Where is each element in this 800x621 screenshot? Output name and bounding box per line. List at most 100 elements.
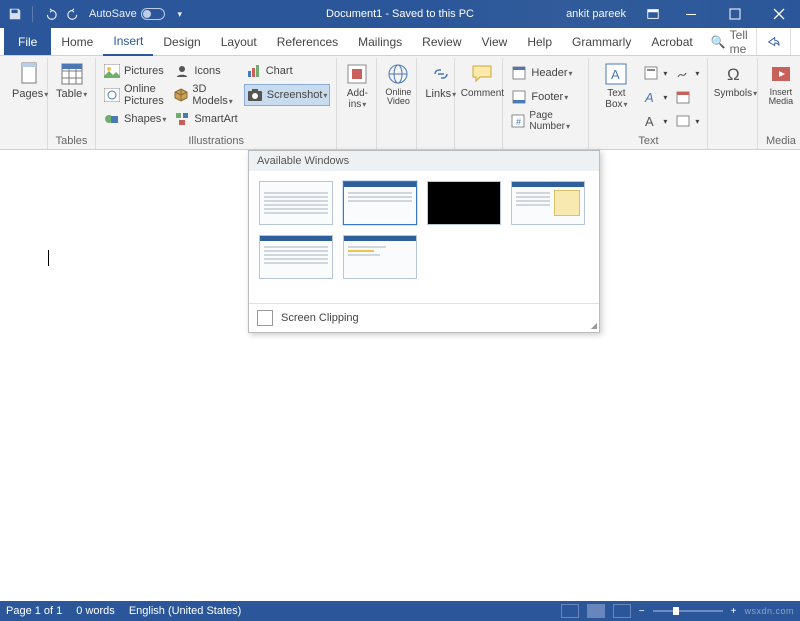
tab-grammarly[interactable]: Grammarly [562, 28, 641, 55]
tab-insert[interactable]: Insert [103, 28, 153, 56]
svg-text:#: # [516, 117, 521, 127]
window-thumbnail[interactable] [259, 235, 333, 279]
zoom-in-button[interactable]: + [731, 606, 737, 617]
online-pictures-button[interactable]: Online Pictures [102, 84, 168, 106]
symbols-button[interactable]: Ω Symbols [714, 60, 756, 99]
smartart-icon [174, 111, 190, 127]
tab-design[interactable]: Design [153, 28, 210, 55]
tab-help[interactable]: Help [517, 28, 562, 55]
group-pages: Pages Pages [4, 58, 48, 149]
signature-button[interactable]: ▾ [673, 62, 701, 84]
pictures-button[interactable]: Pictures [102, 60, 168, 82]
maximize-button[interactable] [714, 0, 756, 28]
clip-icon [257, 310, 273, 326]
text-cursor [48, 250, 49, 266]
save-icon[interactable] [6, 5, 24, 23]
screen-clipping-item[interactable]: Screen Clipping [249, 303, 599, 332]
drop-cap-button[interactable]: A▾ [641, 110, 669, 132]
autosave-label: AutoSave [89, 8, 137, 20]
status-words[interactable]: 0 words [76, 605, 115, 617]
tab-layout[interactable]: Layout [211, 28, 267, 55]
header-button[interactable]: Header [509, 62, 582, 84]
toggle-off-icon[interactable] [141, 8, 165, 20]
smartart-button[interactable]: SmartArt [172, 108, 239, 130]
tell-me-search[interactable]: 🔍 Tell me [703, 28, 756, 55]
ribbon-tabs: File Home Insert Design Layout Reference… [0, 28, 800, 56]
redo-icon[interactable] [65, 5, 83, 23]
window-thumbnail[interactable] [259, 181, 333, 225]
zoom-slider[interactable] [653, 610, 723, 612]
screenshot-button[interactable]: Screenshot [244, 84, 331, 106]
account-name[interactable]: ankit pareek [566, 8, 626, 20]
qat-customize-icon[interactable]: ▾ [171, 5, 189, 23]
zoom-out-button[interactable]: − [639, 606, 645, 617]
quick-parts-button[interactable]: ▾ [641, 62, 669, 84]
window-thumbnail[interactable] [511, 181, 585, 225]
tab-review[interactable]: Review [412, 28, 471, 55]
window-thumbnail[interactable] [343, 181, 417, 225]
tab-references[interactable]: References [267, 28, 348, 55]
status-page[interactable]: Page 1 of 1 [6, 605, 62, 617]
status-language[interactable]: English (United States) [129, 605, 242, 617]
chart-button[interactable]: Chart [244, 60, 331, 82]
close-button[interactable] [758, 0, 800, 28]
status-bar: Page 1 of 1 0 words English (United Stat… [0, 601, 800, 621]
addins-button[interactable]: Add-ins [343, 60, 371, 110]
footer-button[interactable]: Footer [509, 86, 582, 108]
group-text: A Text Box ▾ A▾ A▾ ▾ ▾ Text [589, 58, 708, 149]
online-video-button[interactable]: Online Video [383, 60, 413, 106]
tell-me-label: Tell me [730, 28, 748, 56]
comment-button[interactable]: Comment [461, 60, 503, 99]
text-group-label: Text [595, 135, 701, 149]
tab-acrobat[interactable]: Acrobat [641, 28, 702, 55]
group-tables: Table Tables [48, 58, 96, 149]
window-thumbnail[interactable] [427, 181, 501, 225]
date-time-button[interactable] [673, 86, 701, 108]
icons-icon [174, 63, 190, 79]
undo-icon[interactable] [41, 5, 59, 23]
ribbon-options-icon[interactable] [638, 0, 668, 28]
tab-home[interactable]: Home [51, 28, 103, 55]
illustrations-group-label: Illustrations [102, 135, 330, 149]
page-icon [18, 62, 42, 86]
page-number-icon: # [511, 113, 525, 129]
svg-text:A: A [645, 114, 654, 128]
tab-file[interactable]: File [4, 28, 51, 55]
group-media: Insert Media Media [758, 58, 800, 149]
media-icon [769, 62, 793, 86]
web-layout-button[interactable] [613, 604, 631, 618]
group-links: Links [417, 58, 455, 149]
read-mode-button[interactable] [561, 604, 579, 618]
page-number-button[interactable]: # Page Number [509, 110, 582, 132]
minimize-button[interactable] [670, 0, 712, 28]
comments-button[interactable] [790, 28, 800, 55]
date-icon [675, 89, 691, 105]
text-box-button[interactable]: A Text Box [595, 60, 637, 110]
print-layout-button[interactable] [587, 604, 605, 618]
pages-button[interactable]: Pages [10, 60, 50, 100]
links-button[interactable]: Links [423, 60, 458, 100]
chart-icon [246, 63, 262, 79]
resize-grip-icon[interactable]: ◢ [591, 321, 597, 330]
group-comment: Comment [455, 58, 503, 149]
tab-mailings[interactable]: Mailings [348, 28, 412, 55]
object-button[interactable]: ▾ [673, 110, 701, 132]
share-button[interactable] [756, 28, 790, 55]
window-thumbnail[interactable] [343, 235, 417, 279]
table-button[interactable]: Table [54, 60, 89, 100]
tab-view[interactable]: View [472, 28, 518, 55]
wordart-button[interactable]: A▾ [641, 86, 669, 108]
pictures-icon [104, 63, 120, 79]
table-label: Table [56, 88, 87, 100]
svg-text:Ω: Ω [727, 65, 740, 84]
shapes-button[interactable]: Shapes [102, 108, 168, 130]
ribbon-insert: Pages Pages Table Tables Pictures Onli [0, 56, 800, 150]
3d-models-button[interactable]: 3D Models [172, 84, 239, 106]
camera-icon [247, 87, 263, 103]
shapes-icon [104, 111, 120, 127]
icons-button[interactable]: Icons [172, 60, 239, 82]
insert-media-button[interactable]: Insert Media [764, 60, 797, 106]
autosave-toggle[interactable]: AutoSave [89, 8, 165, 20]
group-media-online: Online Video [377, 58, 417, 149]
object-icon [675, 113, 691, 129]
